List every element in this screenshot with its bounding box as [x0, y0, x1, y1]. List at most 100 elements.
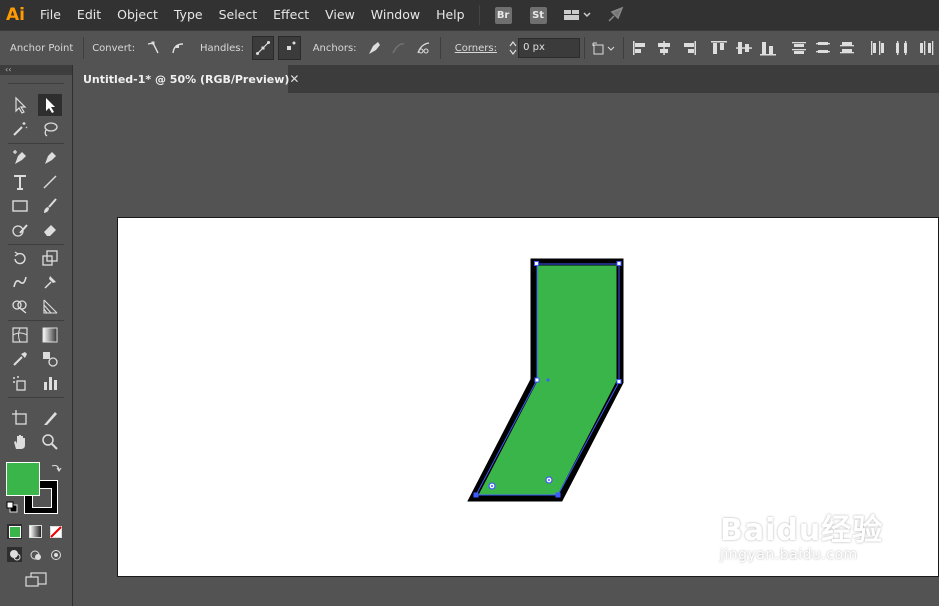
perspective-grid-tool[interactable]: [38, 295, 62, 317]
slice-tool[interactable]: [38, 407, 62, 429]
corners-input[interactable]: 0 px: [518, 38, 580, 58]
draw-inside-button[interactable]: [48, 547, 63, 562]
convert-to-smooth-button[interactable]: [168, 37, 188, 59]
none-mode-button[interactable]: [48, 524, 63, 539]
paintbrush-tool[interactable]: [38, 195, 62, 217]
mesh-icon: [12, 327, 28, 343]
shape-builder-tool[interactable]: [8, 295, 32, 317]
cut-path-button[interactable]: [413, 37, 433, 59]
align-left-icon: [632, 41, 645, 55]
pen-tool[interactable]: [8, 146, 32, 168]
anchor-point[interactable]: [534, 377, 540, 383]
line-segment-icon: [43, 175, 57, 189]
menu-effect[interactable]: Effect: [265, 0, 317, 30]
menu-object[interactable]: Object: [109, 0, 166, 30]
distribute-top-button[interactable]: [788, 37, 808, 59]
scale-tool[interactable]: [38, 247, 62, 269]
menu-separator: [478, 5, 480, 25]
artboard-icon: [12, 410, 27, 425]
arrange-documents-icon: [563, 10, 591, 20]
artboard-tool[interactable]: [8, 407, 32, 429]
shaper-tool[interactable]: [8, 219, 32, 241]
direct-selection-tool[interactable]: [38, 94, 62, 116]
selection-tool[interactable]: [8, 94, 32, 116]
column-graph-tool[interactable]: [38, 372, 62, 394]
curvature-tool[interactable]: [38, 146, 62, 168]
default-fill-stroke-button[interactable]: [6, 501, 18, 516]
gradient-tool[interactable]: [38, 324, 62, 346]
blend-tool[interactable]: [38, 348, 62, 370]
warp-tool[interactable]: [8, 271, 32, 293]
stock-button[interactable]: St: [529, 6, 547, 24]
menu-file[interactable]: File: [32, 0, 69, 30]
transform-menu-button[interactable]: [591, 37, 617, 59]
lasso-tool[interactable]: [38, 118, 62, 140]
gpu-performance-button[interactable]: [606, 6, 628, 24]
stepper-icon: [509, 41, 517, 55]
swap-fill-stroke-button[interactable]: [50, 462, 62, 477]
screen-mode-icon: [25, 572, 47, 587]
divider: [583, 37, 585, 59]
eyedropper-tool[interactable]: [8, 348, 32, 370]
align-middle-v-button[interactable]: [733, 37, 753, 59]
remove-anchor-button[interactable]: [365, 37, 385, 59]
symbol-sprayer-tool[interactable]: [8, 372, 32, 394]
gradient-swatch-icon: [29, 525, 42, 538]
free-transform-tool[interactable]: [38, 271, 62, 293]
menu-edit[interactable]: Edit: [69, 0, 109, 30]
eraser-tool[interactable]: [38, 219, 62, 241]
show-handles-button[interactable]: [251, 36, 275, 60]
hide-handles-button[interactable]: [278, 36, 301, 60]
draw-normal-button[interactable]: [7, 547, 22, 562]
distribute-right-button[interactable]: [917, 37, 937, 59]
none-icon: [49, 525, 62, 538]
gradient-mode-button[interactable]: [28, 524, 43, 539]
close-icon[interactable]: ✕: [289, 72, 299, 86]
type-tool[interactable]: [8, 171, 32, 193]
bridge-button[interactable]: Br: [494, 6, 512, 24]
align-bottom-button[interactable]: [758, 37, 778, 59]
align-right-button[interactable]: [679, 37, 699, 59]
scale-icon: [42, 250, 58, 266]
anchor-point[interactable]: [555, 492, 561, 498]
connect-anchors-button[interactable]: [389, 37, 409, 59]
menu-type[interactable]: Type: [166, 0, 211, 30]
menu-window[interactable]: Window: [363, 0, 428, 30]
line-segment-tool[interactable]: [38, 171, 62, 193]
corners-stepper[interactable]: [507, 38, 518, 58]
document-tab[interactable]: Untitled-1* @ 50% (RGB/Preview) ✕: [73, 65, 299, 93]
rectangle-tool[interactable]: [8, 195, 32, 217]
align-top-button[interactable]: [709, 37, 729, 59]
anchor-point[interactable]: [616, 261, 622, 266]
mode-label: Anchor Point: [10, 42, 74, 54]
convert-to-corner-button[interactable]: [143, 37, 163, 59]
menu-help[interactable]: Help: [428, 0, 473, 30]
distribute-center-h-button[interactable]: [892, 37, 912, 59]
draw-behind-button[interactable]: [28, 547, 43, 562]
mesh-tool[interactable]: [8, 324, 32, 346]
zoom-icon: [42, 434, 58, 450]
menu-view[interactable]: View: [317, 0, 363, 30]
tools-panel-collapse[interactable]: ‹‹: [0, 65, 72, 75]
screen-mode-button[interactable]: [24, 571, 48, 592]
menu-select[interactable]: Select: [211, 0, 266, 30]
distribute-bottom-button[interactable]: [837, 37, 857, 59]
fill-swatch[interactable]: [6, 462, 40, 496]
divider: [8, 83, 64, 84]
color-mode-button[interactable]: [7, 524, 22, 539]
pen-icon: [13, 150, 26, 164]
warp-icon: [13, 276, 27, 288]
zoom-tool[interactable]: [38, 431, 62, 453]
distribute-top-icon: [791, 42, 806, 54]
distribute-center-v-button[interactable]: [813, 37, 833, 59]
rotate-tool[interactable]: [8, 247, 32, 269]
anchor-point[interactable]: [473, 492, 479, 498]
arrange-documents-button[interactable]: [562, 7, 592, 23]
anchor-point[interactable]: [534, 261, 539, 266]
distribute-left-button[interactable]: [868, 37, 888, 59]
align-center-h-button[interactable]: [654, 37, 674, 59]
anchor-point[interactable]: [616, 379, 622, 384]
align-left-button[interactable]: [630, 37, 650, 59]
magic-wand-tool[interactable]: [8, 118, 32, 140]
hand-tool[interactable]: [8, 431, 32, 453]
